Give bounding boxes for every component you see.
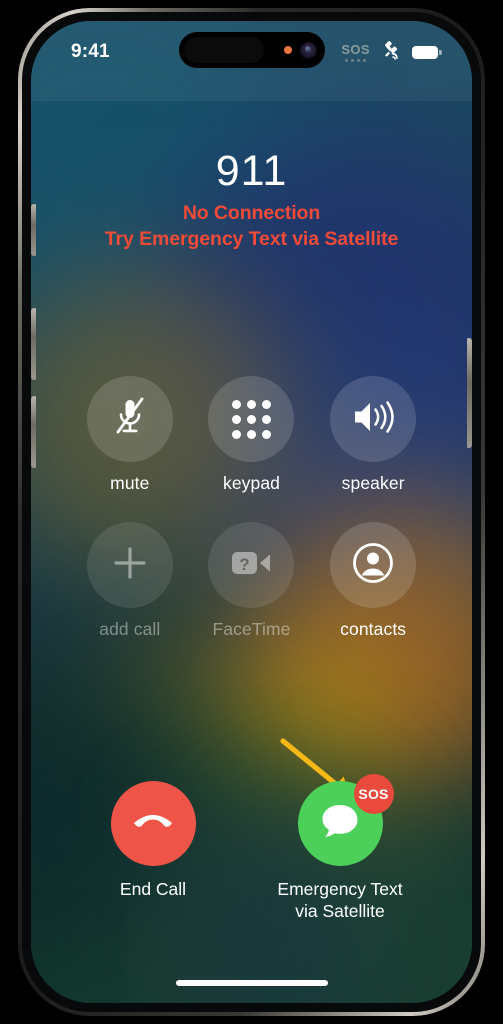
sos-badge-label: SOS — [358, 786, 389, 802]
satellite-icon — [379, 39, 403, 66]
call-status-secondary: Try Emergency Text via Satellite — [104, 228, 399, 251]
control-facetime-label: FaceTime — [212, 619, 291, 639]
svg-text:?: ? — [240, 555, 250, 574]
front-camera-icon — [299, 41, 317, 59]
plus-icon — [110, 543, 150, 588]
control-add-call: add call — [69, 522, 191, 640]
emergency-text-via-satellite-button[interactable]: SOS Emergency Text via Satellite — [260, 774, 420, 923]
status-indicators: SOS — [341, 39, 442, 66]
control-speaker[interactable]: speaker — [312, 376, 434, 494]
phone-bezel: 9:41 SOS 911 No Connection Try Emergency… — [22, 12, 481, 1012]
end-call-button[interactable]: End Call — [83, 781, 223, 923]
volume-down-button[interactable] — [31, 396, 36, 468]
call-header: 911 No Connection Try Emergency Text via… — [31, 147, 472, 253]
person-circle-icon — [351, 541, 395, 590]
control-facetime-circle: ? — [208, 522, 295, 608]
home-indicator[interactable] — [175, 980, 328, 986]
control-contacts-circle[interactable] — [330, 522, 417, 608]
sos-badge: SOS — [353, 774, 394, 814]
message-bubble-icon — [317, 799, 363, 848]
control-speaker-circle[interactable] — [330, 376, 417, 462]
control-contacts-label: contacts — [340, 619, 407, 639]
signal-dots — [344, 58, 367, 63]
emergency-text-label-line2: via Satellite — [295, 901, 385, 922]
battery-full-icon — [412, 45, 442, 59]
call-controls-grid: mute keypad speaker add call ? FaceTime … — [31, 376, 472, 640]
call-status: No Connection Try Emergency Text via Sat… — [31, 201, 472, 253]
control-mute[interactable]: mute — [69, 376, 191, 494]
call-status-primary: No Connection — [182, 202, 321, 225]
emergency-text-circle[interactable]: SOS — [297, 774, 394, 866]
end-call-circle[interactable] — [110, 781, 196, 866]
phone-frame: 9:41 SOS 911 No Connection Try Emergency… — [18, 8, 485, 1016]
volume-up-button[interactable] — [31, 308, 36, 380]
control-contacts[interactable]: contacts — [312, 522, 434, 640]
dynamic-island[interactable] — [178, 32, 325, 68]
control-add-call-circle — [86, 522, 173, 608]
emergency-text-label: Emergency Text via Satellite — [277, 878, 402, 923]
control-keypad[interactable]: keypad — [191, 376, 313, 494]
video-camera-question-icon: ? — [229, 547, 273, 584]
status-time: 9:41 — [71, 41, 110, 62]
end-call-label: End Call — [119, 879, 187, 899]
control-facetime: ? FaceTime — [191, 522, 313, 640]
control-speaker-label: speaker — [341, 473, 405, 493]
control-mute-label: mute — [110, 473, 150, 493]
power-button[interactable] — [467, 338, 472, 448]
orange-mic-dot-icon — [283, 46, 292, 54]
speaker-waves-icon — [350, 397, 396, 442]
bottom-actions: End Call SOS Emergency Text via Satellit… — [31, 774, 472, 923]
phone-down-icon — [130, 806, 176, 841]
control-mute-circle[interactable] — [86, 376, 173, 462]
sos-signal-indicator: SOS — [341, 42, 370, 63]
control-add-call-label: add call — [99, 619, 161, 639]
island-pill — [183, 37, 264, 63]
control-keypad-label: keypad — [222, 473, 280, 493]
microphone-slash-icon — [110, 395, 150, 444]
phone-screen: 9:41 SOS 911 No Connection Try Emergency… — [31, 21, 472, 1003]
control-keypad-circle[interactable] — [208, 376, 295, 462]
emergency-text-label-line1: Emergency Text — [277, 879, 403, 899]
keypad-dots-icon — [231, 399, 271, 439]
call-number: 911 — [215, 147, 288, 195]
sos-label: SOS — [341, 41, 370, 57]
action-button[interactable] — [31, 204, 36, 256]
